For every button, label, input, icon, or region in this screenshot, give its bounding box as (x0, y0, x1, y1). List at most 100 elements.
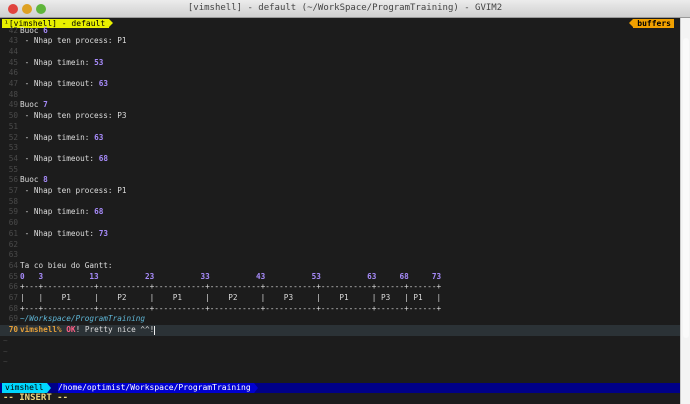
buffer-line[interactable]: 56Buoc 8 (0, 175, 680, 186)
buffer-line[interactable]: 49Buoc 7 (0, 100, 680, 111)
statusline: vimshell /home/optimist/Workspace/Progra… (0, 383, 680, 393)
mode-indicator: -- INSERT -- (3, 393, 68, 404)
line-text: Buoc (20, 100, 43, 109)
line-number: 50 (0, 111, 20, 122)
buffer-line[interactable]: 61 - Nhap timeout: 73 (0, 229, 680, 240)
buffer-line[interactable]: 66+---+-----------+-----------+---------… (0, 282, 680, 293)
buffer-line[interactable]: 60 (0, 218, 680, 229)
buffer-line[interactable]: 55 (0, 165, 680, 176)
buffer-line[interactable]: 58 (0, 197, 680, 208)
line-text: - Nhap timeout: (20, 79, 99, 88)
buffer-line[interactable]: 51 (0, 122, 680, 133)
number-text: 73 (99, 229, 108, 238)
buffer-line[interactable]: 50 - Nhap ten process: P3 (0, 111, 680, 122)
buffer-line[interactable]: 48 (0, 90, 680, 101)
buffer-line[interactable]: 62 (0, 240, 680, 251)
empty-line: ~ (0, 347, 680, 358)
vim-editor[interactable]: ¹[vimshell] - default buffers 42Buoc 643… (0, 18, 680, 404)
buffer-line[interactable]: 44 (0, 47, 680, 58)
line-number: 47 (0, 79, 20, 90)
line-text: - Nhap timein: (20, 133, 94, 142)
buffer-line[interactable]: 68+---+-----------+-----------+---------… (0, 304, 680, 315)
ok-text: OK (66, 325, 75, 334)
text-cursor (154, 326, 155, 335)
buffer-line[interactable]: 70vimshell% OK! Pretty nice ^^! (0, 325, 680, 336)
buffer-line[interactable]: 67| | P1 | P2 | P1 | P2 | P3 | P1 | P3 |… (0, 293, 680, 304)
empty-line-marker: ~ (0, 347, 8, 356)
buffer-line[interactable]: 54 - Nhap timeout: 68 (0, 154, 680, 165)
empty-line-marker: ~ (0, 357, 8, 366)
line-text: - Nhap ten process: P1 (20, 36, 126, 45)
line-number: 57 (0, 186, 20, 197)
buffer-line[interactable]: 47 - Nhap timeout: 63 (0, 79, 680, 90)
line-text: Ta co bieu do Gantt: (20, 261, 113, 270)
line-text: - Nhap timein: (20, 58, 94, 67)
line-number: 62 (0, 240, 20, 251)
path-text: ~/Workspace/ProgramTraining (20, 314, 145, 323)
number-text: 53 (94, 58, 103, 67)
line-text: - Nhap ten process: P3 (20, 111, 126, 120)
line-number: 59 (0, 207, 20, 218)
line-number: 43 (0, 36, 20, 47)
line-number: 44 (0, 47, 20, 58)
buffer-line[interactable]: 69~/Workspace/ProgramTraining (0, 314, 680, 325)
buffer-line[interactable]: 52 - Nhap timein: 63 (0, 133, 680, 144)
number-text: 68 (99, 154, 108, 163)
buffer-line[interactable]: 57 - Nhap ten process: P1 (0, 186, 680, 197)
line-number: 46 (0, 68, 20, 79)
scrollbar-thumb[interactable] (683, 38, 689, 338)
scrollbar[interactable] (680, 18, 690, 404)
line-text: - Nhap timein: (20, 207, 94, 216)
empty-line: ~ (0, 336, 680, 347)
buffer-line[interactable]: 64Ta co bieu do Gantt: (0, 261, 680, 272)
number-text: 63 (99, 79, 108, 88)
line-number: 51 (0, 122, 20, 133)
window-title: [vimshell] - default (~/WorkSpace/Progra… (0, 3, 690, 13)
line-text: - Nhap ten process: P1 (20, 186, 126, 195)
line-text: | | P1 | P2 | P1 | P2 | P3 | P1 | P3 | P… (20, 293, 441, 302)
number-text: 68 (94, 207, 103, 216)
number-text: 0 3 13 23 33 43 53 63 68 73 (20, 272, 441, 281)
line-number: 49 (0, 100, 20, 111)
line-number: 52 (0, 133, 20, 144)
buffer-line[interactable]: 45 - Nhap timein: 53 (0, 58, 680, 69)
line-number: 70 (0, 325, 20, 336)
number-text: 63 (94, 133, 103, 142)
line-number: 64 (0, 261, 20, 272)
buffer-line[interactable]: 59 - Nhap timein: 68 (0, 207, 680, 218)
window-titlebar: [vimshell] - default (~/WorkSpace/Progra… (0, 0, 690, 18)
line-number: 69 (0, 314, 20, 325)
line-number: 68 (0, 304, 20, 315)
buffer-line[interactable]: 53 (0, 143, 680, 154)
buffer-content[interactable]: 42Buoc 643 - Nhap ten process: P14445 - … (0, 26, 680, 369)
statusline-path: /home/optimist/Workspace/ProgramTraining (58, 383, 254, 393)
line-number: 54 (0, 154, 20, 165)
line-number: 66 (0, 282, 20, 293)
line-text: +---+-----------+-----------+-----------… (20, 304, 441, 313)
statusline-mode: vimshell (2, 383, 47, 393)
number-text: 7 (43, 100, 48, 109)
line-text: Buoc (20, 26, 43, 35)
line-number: 58 (0, 197, 20, 208)
prompt-text: vimshell% (20, 325, 62, 334)
line-number: 65 (0, 272, 20, 283)
buffer-line[interactable]: 63 (0, 250, 680, 261)
buffer-line[interactable]: 42Buoc 6 (0, 26, 680, 37)
line-number: 55 (0, 165, 20, 176)
line-number: 63 (0, 250, 20, 261)
line-number: 48 (0, 90, 20, 101)
line-number: 61 (0, 229, 20, 240)
line-number: 56 (0, 175, 20, 186)
number-text: 8 (43, 175, 48, 184)
buffer-line[interactable]: 46 (0, 68, 680, 79)
number-text: 6 (43, 26, 48, 35)
line-number: 42 (0, 26, 20, 37)
buffer-line[interactable]: 650 3 13 23 33 43 53 63 68 73 (0, 272, 680, 283)
line-text: - Nhap timeout: (20, 229, 99, 238)
line-text: ! Pretty nice ^^! (76, 325, 155, 334)
buffer-line[interactable]: 43 - Nhap ten process: P1 (0, 36, 680, 47)
line-text: +---+-----------+-----------+-----------… (20, 282, 441, 291)
line-number: 60 (0, 218, 20, 229)
line-number: 67 (0, 293, 20, 304)
empty-line-marker: ~ (0, 336, 8, 345)
